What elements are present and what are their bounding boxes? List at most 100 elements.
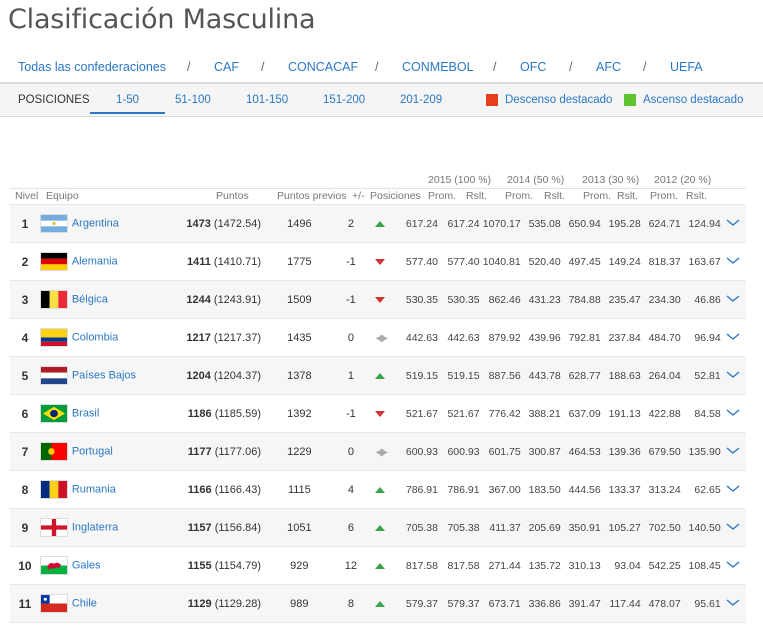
year-value: 388.21: [520, 394, 561, 433]
team-link[interactable]: Portugal: [72, 446, 113, 458]
expand-chevron-icon[interactable]: [720, 204, 746, 243]
flag-ger-icon: [39, 252, 68, 271]
year-value: 879.92: [479, 318, 521, 357]
conf-uefa[interactable]: UEFA: [670, 60, 703, 74]
trend-up-icon: [375, 524, 386, 531]
col-nivel: Nivel: [15, 190, 39, 202]
trend-cell: ◀▶: [364, 432, 397, 471]
tab-51-100[interactable]: 51-100: [175, 94, 211, 106]
trend-same-icon: ◀▶: [375, 446, 389, 458]
points: 1157: [187, 521, 212, 534]
expand-chevron-icon[interactable]: [720, 432, 746, 471]
team-link[interactable]: Alemania: [72, 256, 118, 268]
col-prom: Prom.: [428, 190, 457, 202]
year-value: 784.88: [560, 280, 601, 319]
team-link[interactable]: Colombia: [72, 332, 118, 344]
flag-wal-icon: [39, 556, 68, 575]
col-puntos: Puntos: [216, 190, 249, 202]
table-row[interactable]: 7 Portugal 1177 (1177.06) 1229 0 ◀▶ 600.93 600.…: [10, 432, 746, 471]
year-value: 702.50: [640, 508, 681, 547]
rank-change: 2: [337, 204, 365, 243]
trend-cell: [364, 356, 397, 395]
group-2015: 2015 (100 %): [428, 174, 492, 186]
points-cell: 1177 (1177.06): [178, 432, 261, 471]
points: 1473: [186, 217, 211, 230]
team-link[interactable]: Bélgica: [72, 294, 108, 306]
team-link[interactable]: Inglaterra: [72, 522, 118, 534]
team-link[interactable]: Países Bajos: [72, 370, 136, 382]
rank-change: 0: [337, 432, 365, 471]
conf-concacaf[interactable]: CONCACAF: [288, 60, 358, 74]
conf-afc[interactable]: AFC: [596, 60, 621, 74]
table-row[interactable]: 4 Colombia 1217 (1217.37) 1435 0 ◀▶ 442.63 442.…: [10, 318, 746, 357]
expand-chevron-icon[interactable]: [720, 546, 746, 585]
year-value: 96.94: [680, 318, 721, 357]
expand-chevron-icon[interactable]: [720, 584, 746, 623]
points: 1129: [187, 597, 212, 610]
table-row[interactable]: 2 Alemania 1411 (1410.71) 1775 -1 577.40 577.4…: [10, 242, 746, 281]
separator: /: [493, 60, 497, 74]
rank-position: 10: [10, 546, 40, 585]
expand-chevron-icon[interactable]: [720, 318, 746, 357]
table-row[interactable]: 9 Inglaterra 1157 (1156.84) 1051 6 705.38 705.…: [10, 508, 746, 547]
team-cell: Argentina: [39, 204, 179, 243]
col-rslt: Rslt.: [617, 190, 638, 202]
flag-por-icon: [39, 442, 68, 461]
team-link[interactable]: Gales: [72, 560, 101, 572]
expand-chevron-icon[interactable]: [720, 470, 746, 509]
year-value: 442.63: [396, 318, 438, 357]
table-row[interactable]: 10 Gales 1155 (1154.79) 929 12 817.58 817.58 27…: [10, 546, 746, 585]
expand-chevron-icon[interactable]: [720, 508, 746, 547]
expand-chevron-icon[interactable]: [720, 356, 746, 395]
year-value: 577.40: [438, 242, 480, 281]
year-value: 1070.17: [479, 204, 521, 243]
year-value: 391.47: [560, 584, 601, 623]
table-row[interactable]: 1 Argentina 1473 (1472.54) 1496 2 617.24 617.2…: [10, 204, 746, 243]
year-value: 478.07: [640, 584, 681, 623]
team-link[interactable]: Chile: [72, 598, 97, 610]
rank-change: 6: [337, 508, 365, 547]
conf-caf[interactable]: CAF: [214, 60, 239, 74]
team-link[interactable]: Rumania: [72, 484, 116, 496]
year-value: 705.38: [396, 508, 438, 547]
year-value: 350.91: [560, 508, 601, 547]
rank-position: 11: [10, 584, 40, 623]
separator: /: [643, 60, 647, 74]
conf-conmebol[interactable]: CONMEBOL: [402, 60, 474, 74]
year-value: 140.50: [680, 508, 721, 547]
flag-bel-icon: [39, 290, 68, 309]
team-link[interactable]: Argentina: [72, 218, 119, 230]
expand-chevron-icon[interactable]: [720, 242, 746, 281]
tab-201-209[interactable]: 201-209: [400, 94, 442, 106]
expand-chevron-icon[interactable]: [720, 394, 746, 433]
table-row[interactable]: 5 Países Bajos 1204 (1204.37) 1378 1 519.15 51…: [10, 356, 746, 395]
rank-position: 1: [10, 204, 40, 243]
legend-down[interactable]: Descenso destacado: [505, 94, 612, 106]
year-value: 444.56: [560, 470, 601, 509]
trend-cell: [364, 508, 397, 547]
tab-151-200[interactable]: 151-200: [323, 94, 365, 106]
table-row[interactable]: 6 Brasil 1186 (1185.59) 1392 -1 521.67 521.67 7…: [10, 394, 746, 433]
tab-1-50[interactable]: 1-50: [90, 94, 166, 114]
year-value: 62.65: [680, 470, 721, 509]
table-row[interactable]: 8 Rumania 1166 (1166.43) 1115 4 786.91 786.91 3…: [10, 470, 746, 509]
year-value: 235.47: [600, 280, 641, 319]
team-link[interactable]: Brasil: [72, 408, 100, 420]
previous-points: 1392: [261, 394, 338, 433]
table-row[interactable]: 3 Bélgica 1244 (1243.91) 1509 -1 530.35 530.35…: [10, 280, 746, 319]
tab-101-150[interactable]: 101-150: [246, 94, 288, 106]
flag-arg-icon: [39, 214, 68, 233]
legend-up[interactable]: Ascenso destacado: [643, 94, 743, 106]
rank-position: 9: [10, 508, 40, 547]
points-cell: 1204 (1204.37): [178, 356, 261, 395]
points-exact: (1204.37): [213, 369, 261, 382]
previous-points: 1509: [261, 280, 338, 319]
conf-ofc[interactable]: OFC: [520, 60, 546, 74]
year-value: 535.08: [520, 204, 561, 243]
team-cell: Portugal: [39, 432, 179, 471]
table-row[interactable]: 11 Chile 1129 (1129.28) 989 8 579.37 579.37 673…: [10, 584, 746, 623]
year-value: 442.63: [438, 318, 480, 357]
expand-chevron-icon[interactable]: [720, 280, 746, 319]
conf-all[interactable]: Todas las confederaciones: [18, 60, 166, 74]
separator: /: [187, 60, 191, 74]
